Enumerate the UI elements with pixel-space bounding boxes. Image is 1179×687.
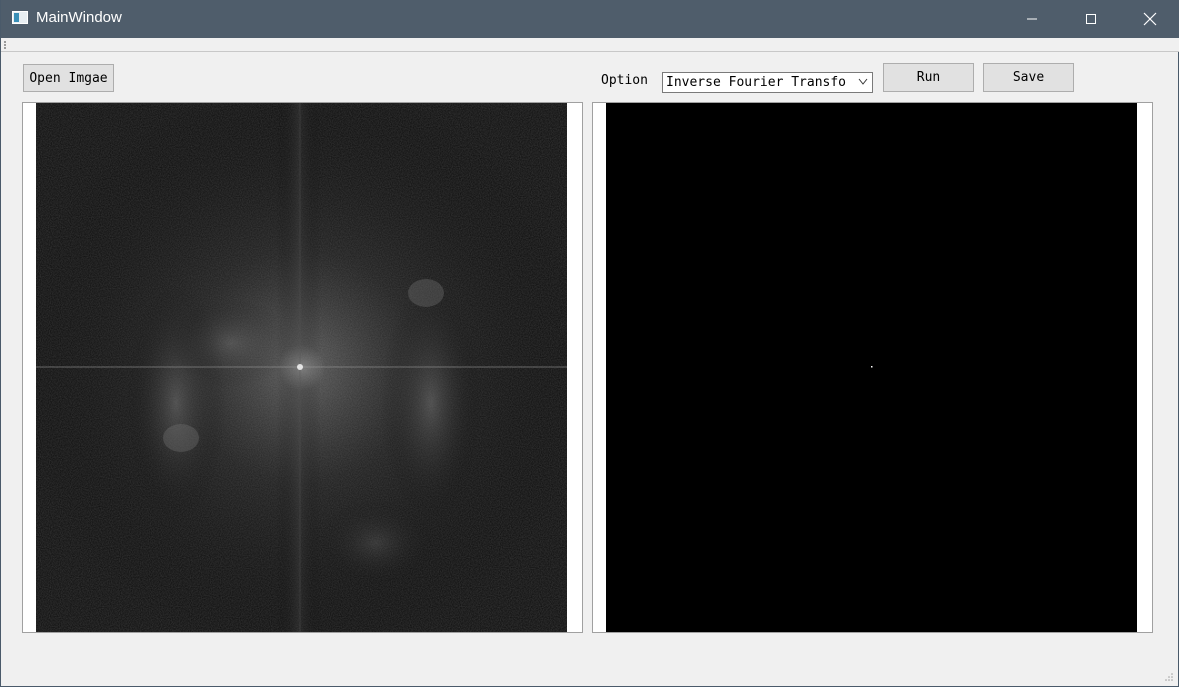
toolbar-grip[interactable] — [4, 41, 9, 49]
window-title: MainWindow — [36, 9, 122, 26]
menu-bar — [1, 38, 1179, 52]
run-button[interactable]: Run — [883, 63, 974, 92]
window-icon — [12, 11, 28, 24]
maximize-button[interactable] — [1062, 0, 1120, 38]
output-image-view — [592, 102, 1153, 633]
close-button[interactable] — [1121, 0, 1179, 38]
chevron-down-icon — [858, 78, 868, 85]
save-button[interactable]: Save — [983, 63, 1074, 92]
minimize-icon — [1027, 18, 1037, 20]
option-select[interactable]: Inverse Fourier Transfo — [662, 72, 873, 93]
option-select-value: Inverse Fourier Transfo — [666, 75, 847, 90]
title-bar[interactable]: MainWindow — [1, 0, 1179, 38]
open-image-button[interactable]: Open Imgae — [23, 64, 114, 92]
fourier-spectrum-image — [36, 103, 567, 632]
close-icon — [1143, 12, 1157, 26]
minimize-button[interactable] — [1003, 0, 1061, 38]
size-grip-icon[interactable] — [1164, 672, 1174, 682]
main-window: MainWindow Open Imgae Option Inverse Fou… — [0, 0, 1179, 687]
result-image — [606, 103, 1137, 632]
input-image-view — [22, 102, 583, 633]
maximize-icon — [1086, 14, 1096, 24]
option-label: Option — [601, 73, 648, 88]
